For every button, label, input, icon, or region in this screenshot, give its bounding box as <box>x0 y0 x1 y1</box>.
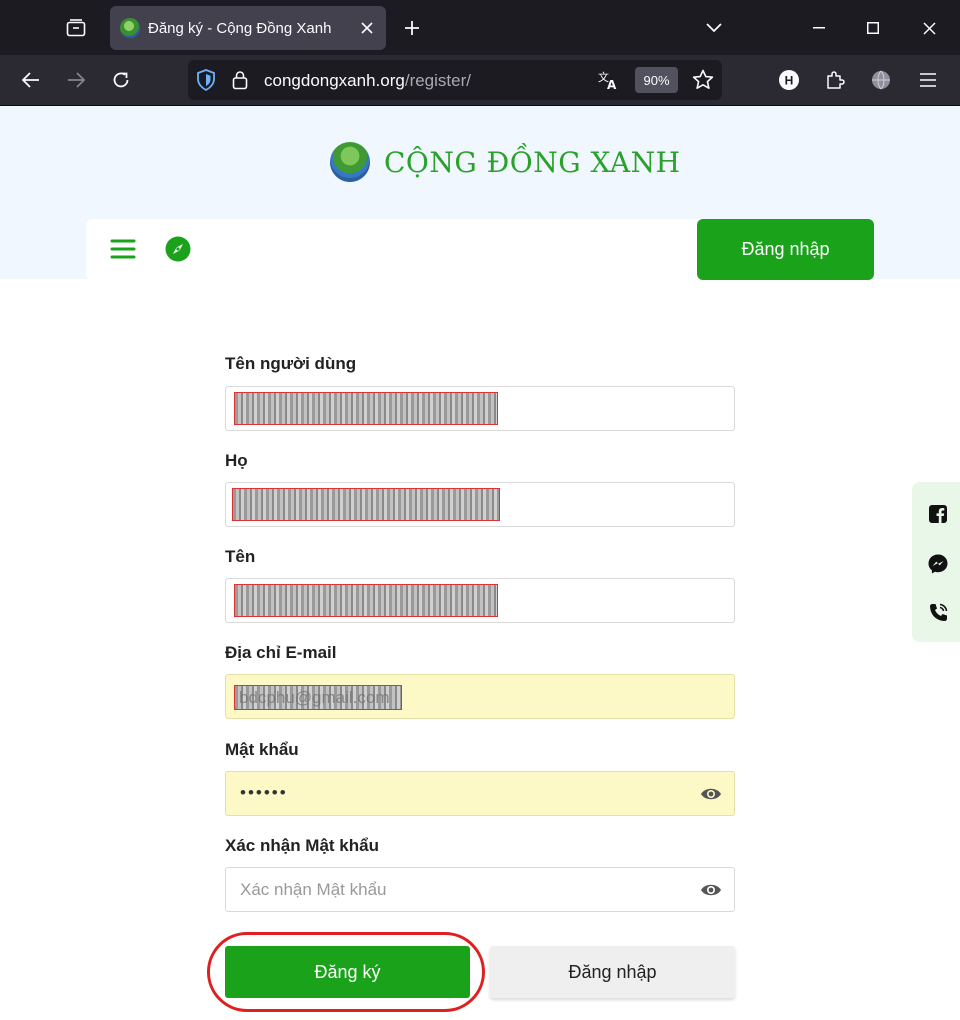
translate-icon[interactable]: 文A <box>598 69 620 96</box>
site-favicon-icon <box>120 18 140 38</box>
close-window-icon[interactable] <box>906 9 952 47</box>
password-input[interactable]: •••••• <box>225 771 735 816</box>
eye-icon[interactable] <box>700 881 722 899</box>
redacted-value <box>234 392 498 425</box>
chevron-down-icon[interactable] <box>700 14 728 42</box>
email-label: Địa chỉ E-mail <box>225 643 337 662</box>
redacted-value <box>232 488 500 521</box>
profile-initial: H <box>785 74 794 88</box>
confirm-password-input[interactable]: Xác nhận Mật khẩu <box>225 867 735 912</box>
menu-hamburger-icon[interactable] <box>911 63 945 97</box>
messenger-icon[interactable] <box>927 553 949 575</box>
address-bar[interactable]: congdongxanh.org/register/ 文A 90% <box>188 60 722 100</box>
email-input[interactable]: bdcphu@gmail.com <box>225 674 735 719</box>
firstname-input[interactable] <box>225 578 735 623</box>
profile-avatar-icon[interactable]: H <box>772 63 806 97</box>
confirm-password-label: Xác nhận Mật khẩu <box>225 836 379 855</box>
facebook-icon[interactable] <box>927 503 949 525</box>
globe-icon[interactable] <box>864 63 898 97</box>
firstname-label: Tên <box>225 547 256 566</box>
phone-icon[interactable] <box>927 602 949 624</box>
bookmark-star-icon[interactable] <box>692 69 714 96</box>
forward-arrow-icon[interactable] <box>59 63 93 97</box>
svg-text:A: A <box>607 78 617 91</box>
redacted-value <box>234 584 498 617</box>
hamburger-menu-icon[interactable] <box>110 237 136 261</box>
shield-icon[interactable] <box>196 69 216 96</box>
social-contact-bar <box>912 482 960 642</box>
lastname-input[interactable] <box>225 482 735 527</box>
lastname-label: Họ <box>225 451 248 470</box>
eye-icon[interactable] <box>700 785 722 803</box>
tree-logo-icon <box>330 142 370 182</box>
site-logo[interactable]: CỘNG ĐỒNG XANH <box>330 142 681 182</box>
extensions-puzzle-icon[interactable] <box>818 63 852 97</box>
back-arrow-icon[interactable] <box>14 63 48 97</box>
url-domain: congdongxanh.org <box>264 71 405 90</box>
confirm-password-placeholder: Xác nhận Mật khẩu <box>240 880 387 899</box>
site-header-bar: Đăng nhập <box>86 219 874 280</box>
url-text[interactable]: congdongxanh.org/register/ <box>264 71 471 91</box>
zoom-level-badge[interactable]: 90% <box>635 67 678 93</box>
navigation-toolbar: congdongxanh.org/register/ 文A 90% H <box>0 55 960 106</box>
tab-bar: Đăng ký - Cộng Đồng Xanh <box>0 0 960 55</box>
username-input[interactable] <box>225 386 735 431</box>
reload-icon[interactable] <box>104 63 138 97</box>
header-login-button[interactable]: Đăng nhập <box>697 219 874 280</box>
maximize-icon[interactable] <box>850 9 896 47</box>
close-tab-icon[interactable] <box>358 19 376 37</box>
username-label: Tên người dùng <box>225 354 357 373</box>
password-label: Mật khẩu <box>225 740 299 759</box>
password-value: •••••• <box>240 783 288 802</box>
lock-icon[interactable] <box>232 70 248 95</box>
url-path: /register/ <box>404 71 471 90</box>
compass-icon[interactable] <box>165 236 191 262</box>
redacted-value: bdcphu@gmail.com <box>234 685 402 710</box>
new-tab-icon[interactable] <box>398 14 426 42</box>
site-logo-text: CỘNG ĐỒNG XANH <box>384 145 681 179</box>
active-tab[interactable]: Đăng ký - Cộng Đồng Xanh <box>110 6 386 50</box>
page-content: CỘNG ĐỒNG XANH Đăng nhập Tên người dùng … <box>0 106 960 1020</box>
tab-title: Đăng ký - Cộng Đồng Xanh <box>148 19 332 37</box>
register-button[interactable]: Đăng ký <box>225 946 470 998</box>
minimize-icon[interactable] <box>796 9 842 47</box>
login-button[interactable]: Đăng nhập <box>490 946 735 998</box>
tab-list-icon[interactable] <box>56 9 96 47</box>
email-value: bdcphu@gmail.com <box>239 688 390 707</box>
